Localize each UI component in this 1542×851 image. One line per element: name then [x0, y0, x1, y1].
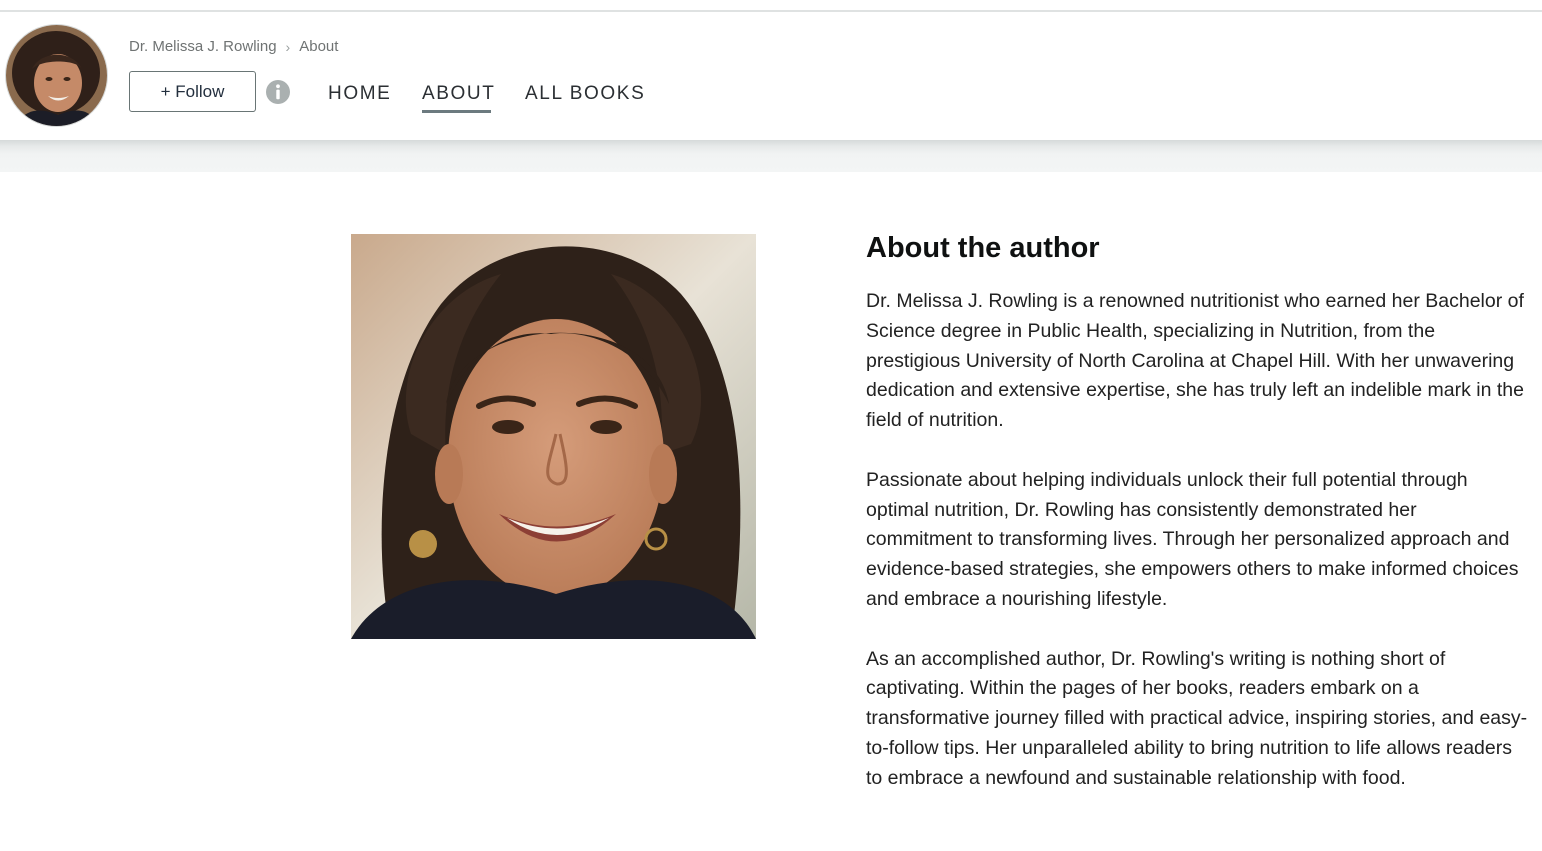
active-tab-indicator [422, 110, 491, 113]
bio-paragraph-2: Passionate about helping individuals unl… [866, 468, 1519, 610]
about-heading: About the author [866, 232, 1100, 264]
breadcrumb-current[interactable]: About [299, 38, 338, 55]
chevron-right-icon: › [285, 38, 291, 55]
tab-all-books[interactable]: ALL BOOKS [525, 83, 645, 105]
bio-paragraph-3: As an accomplished author, Dr. Rowling's… [866, 647, 1528, 789]
author-portrait [351, 234, 756, 639]
tab-about[interactable]: ABOUT [422, 83, 495, 105]
author-avatar[interactable] [6, 25, 107, 126]
info-icon[interactable] [266, 80, 290, 104]
follow-button[interactable]: + Follow [129, 71, 256, 112]
breadcrumb: Dr. Melissa J. Rowling › About [129, 38, 338, 55]
header-shadow [0, 140, 1542, 172]
bio-paragraph-1: Dr. Melissa J. Rowling is a renowned nut… [866, 290, 1524, 432]
breadcrumb-author-link[interactable]: Dr. Melissa J. Rowling [129, 38, 277, 55]
tab-home[interactable]: HOME [328, 83, 391, 105]
about-section: About the author Dr. Melissa J. Rowling … [866, 230, 1528, 794]
